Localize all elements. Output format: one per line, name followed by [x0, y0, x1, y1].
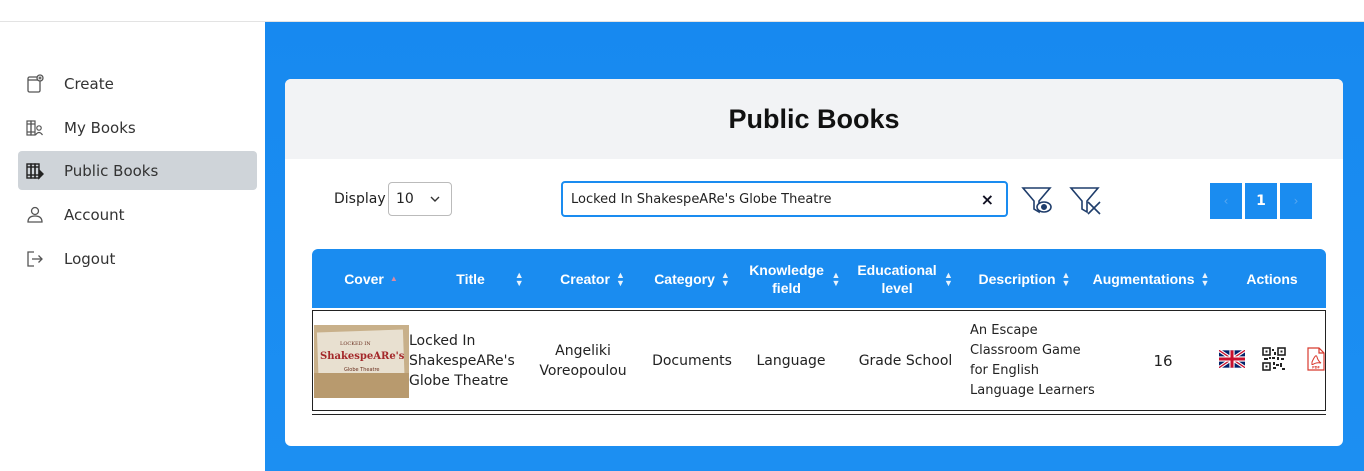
create-book-icon	[24, 73, 46, 95]
sidebar: Create My Books Public Books Account Log…	[0, 22, 265, 471]
sidebar-item-my-books[interactable]: My Books	[18, 108, 257, 147]
public-books-card: Public Books Display 10 × ‹ 1 › Cover▲ T	[285, 79, 1343, 446]
public-books-icon	[24, 160, 46, 182]
display-count-select[interactable]: 10	[388, 182, 452, 216]
column-header-augmentations[interactable]: Augmentations ▲ ▼	[1092, 249, 1210, 308]
page-title: Public Books	[728, 103, 900, 134]
column-header-cover[interactable]: Cover ▲	[336, 249, 406, 308]
sort-ascending-icon: ▲	[389, 273, 398, 283]
clear-search-button[interactable]: ×	[981, 190, 994, 209]
sidebar-item-label: Account	[64, 205, 125, 224]
sort-icon: ▲ ▼	[944, 269, 953, 288]
cell-knowledge-field: Language	[756, 352, 826, 369]
next-page-button[interactable]: ›	[1280, 183, 1312, 219]
column-header-educational-level[interactable]: Educational level ▲ ▼	[852, 249, 957, 308]
my-books-icon	[24, 117, 46, 139]
cell-augmentations: 16	[1153, 351, 1173, 370]
chevron-down-icon	[429, 193, 441, 205]
logout-icon	[24, 248, 46, 270]
table-bottom-border	[312, 414, 1326, 415]
column-header-actions: Actions	[1246, 270, 1298, 287]
cell-description: An Escape Classroom Game for English Lan…	[970, 322, 1095, 398]
filter-view-icon[interactable]	[1020, 184, 1056, 218]
user-icon	[24, 204, 46, 226]
sort-icon: ▲ ▼	[720, 269, 730, 288]
sidebar-item-create[interactable]: Create	[18, 64, 257, 103]
sort-icon: ▲ ▼	[514, 269, 524, 288]
table-row[interactable]: LOCKED IN ShakespeARe's Globe Theatre Lo…	[312, 310, 1326, 411]
uk-flag-icon[interactable]	[1219, 346, 1245, 372]
display-count-value: 10	[396, 191, 414, 207]
sidebar-item-label: My Books	[64, 118, 136, 137]
column-header-creator[interactable]: Creator ▲ ▼	[545, 249, 640, 308]
sidebar-item-label: Public Books	[64, 161, 159, 180]
column-header-title[interactable]: Title ▲ ▼	[440, 249, 540, 308]
page-1-button[interactable]: 1	[1245, 183, 1277, 219]
sort-icon: ▲ ▼	[831, 269, 841, 288]
cell-creator: Angeliki Voreopoulou	[539, 342, 627, 379]
table-header: Cover ▲ Title ▲ ▼ Creator ▲ ▼ Category ▲ ▼ Know…	[312, 249, 1326, 308]
search-field[interactable]: ×	[561, 181, 1008, 217]
main-content: Public Books Display 10 × ‹ 1 › Cover▲ T	[265, 22, 1364, 471]
sidebar-item-label: Create	[64, 74, 114, 93]
svg-text:PDF: PDF	[1312, 366, 1320, 370]
sidebar-item-public-books[interactable]: Public Books	[18, 151, 257, 190]
qr-code-icon[interactable]	[1261, 346, 1287, 372]
previous-page-button[interactable]: ‹	[1210, 183, 1242, 219]
top-bar	[0, 0, 1364, 22]
cell-category: Documents	[652, 352, 732, 369]
row-actions: PDF	[1219, 346, 1329, 372]
sidebar-item-label: Logout	[64, 249, 116, 268]
clear-filter-icon[interactable]	[1068, 184, 1104, 218]
pagination: ‹ 1 ›	[1210, 183, 1312, 219]
column-header-description[interactable]: Description ▲ ▼	[967, 249, 1082, 308]
sort-icon: ▲ ▼	[615, 269, 625, 288]
sort-icon: ▲ ▼	[1200, 269, 1210, 288]
book-cover-image[interactable]: LOCKED IN ShakespeARe's Globe Theatre	[314, 325, 409, 398]
search-input[interactable]	[571, 191, 971, 207]
column-header-knowledge-field[interactable]: Knowledge field ▲ ▼	[744, 249, 844, 308]
sort-icon: ▲ ▼	[1061, 269, 1071, 288]
column-header-category[interactable]: Category ▲ ▼	[647, 249, 737, 308]
sidebar-item-account[interactable]: Account	[18, 195, 257, 234]
sidebar-item-logout[interactable]: Logout	[18, 239, 257, 278]
cell-educational-level: Grade School	[858, 352, 953, 369]
cell-title: Locked In ShakespeARe's Globe Theatre	[409, 332, 515, 389]
card-header: Public Books	[285, 79, 1343, 159]
display-label: Display	[334, 191, 386, 207]
pdf-icon[interactable]: PDF	[1303, 346, 1329, 372]
